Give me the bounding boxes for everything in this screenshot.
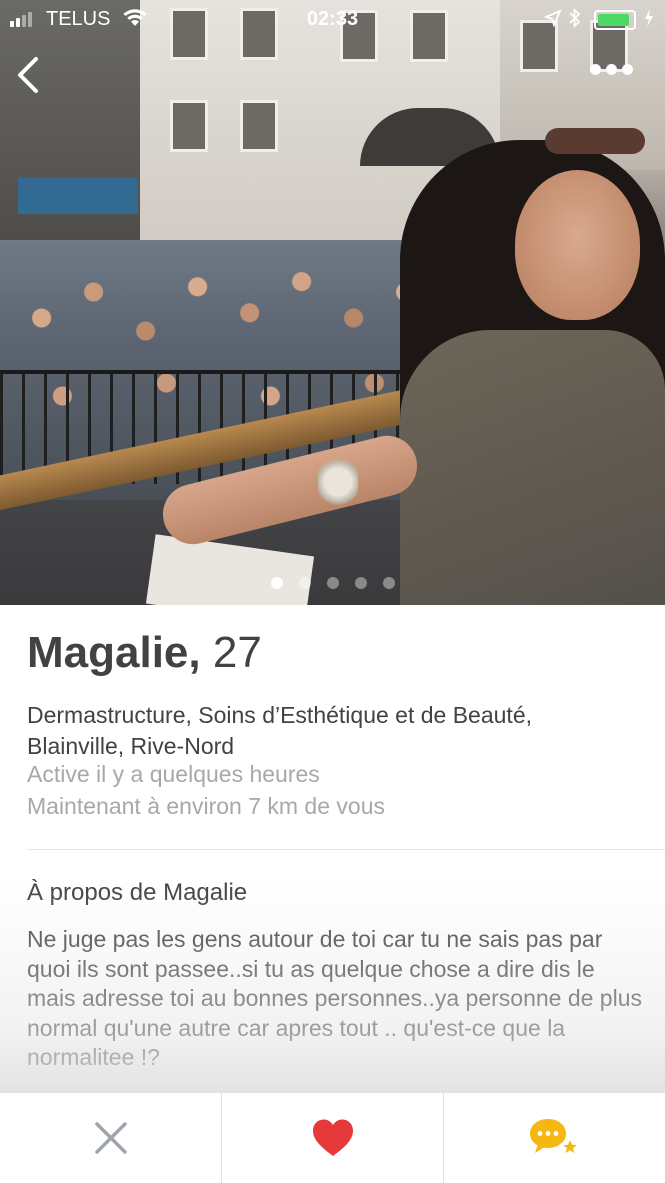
about-heading: À propos de Magalie — [27, 879, 248, 906]
charging-bolt-icon — [644, 9, 654, 32]
photo-menu — [145, 534, 315, 605]
photo-bracelet — [318, 455, 358, 509]
like-button[interactable] — [221, 1093, 443, 1183]
photo-dot[interactable] — [270, 577, 283, 589]
about-text: Ne juge pas les gens autour de toi car t… — [27, 926, 643, 1070]
profile-details: Dermastructure, Soins d’Esthétique et de… — [27, 700, 637, 762]
chevron-left-icon — [18, 57, 38, 93]
battery-icon — [594, 10, 636, 30]
profile-activity: Active il y a quelques heures — [27, 761, 320, 787]
profile-name-age: Magalie, 27 — [27, 628, 262, 678]
profile-location: Blainville, Rive-Nord — [27, 733, 235, 759]
profile-name: Magalie, — [27, 628, 201, 677]
location-arrow-icon — [543, 9, 562, 33]
photo-background — [0, 0, 150, 260]
super-chat-button[interactable] — [443, 1093, 665, 1183]
more-dots-icon — [590, 64, 601, 75]
chat-star-icon — [529, 1119, 581, 1157]
back-button[interactable] — [14, 55, 46, 95]
photo-dot[interactable] — [354, 577, 367, 589]
profile-distance: Maintenant à environ 7 km de vous — [27, 793, 385, 819]
profile-work: Dermastructure, Soins d’Esthétique et de… — [27, 702, 533, 728]
profile-photo[interactable] — [0, 0, 665, 605]
photo-person-body — [400, 330, 665, 605]
status-bar: TELUS 02:33 — [0, 0, 665, 38]
status-time: 02:33 — [306, 8, 359, 30]
photo-person-face — [515, 170, 640, 320]
action-bar — [0, 1092, 665, 1183]
photo-dot[interactable] — [326, 577, 339, 589]
nope-button[interactable] — [0, 1093, 221, 1183]
close-icon — [94, 1122, 127, 1154]
photo-dot[interactable] — [298, 577, 311, 589]
photo-dot[interactable] — [382, 577, 395, 589]
bluetooth-icon — [568, 7, 582, 34]
heart-icon — [312, 1119, 353, 1156]
profile-age: 27 — [212, 628, 262, 677]
photo-sunglasses — [545, 128, 645, 154]
section-divider — [27, 849, 665, 850]
photo-pagination — [0, 577, 665, 589]
more-options-button[interactable] — [590, 64, 633, 75]
photo-banner — [18, 178, 138, 214]
battery-level — [598, 14, 629, 26]
